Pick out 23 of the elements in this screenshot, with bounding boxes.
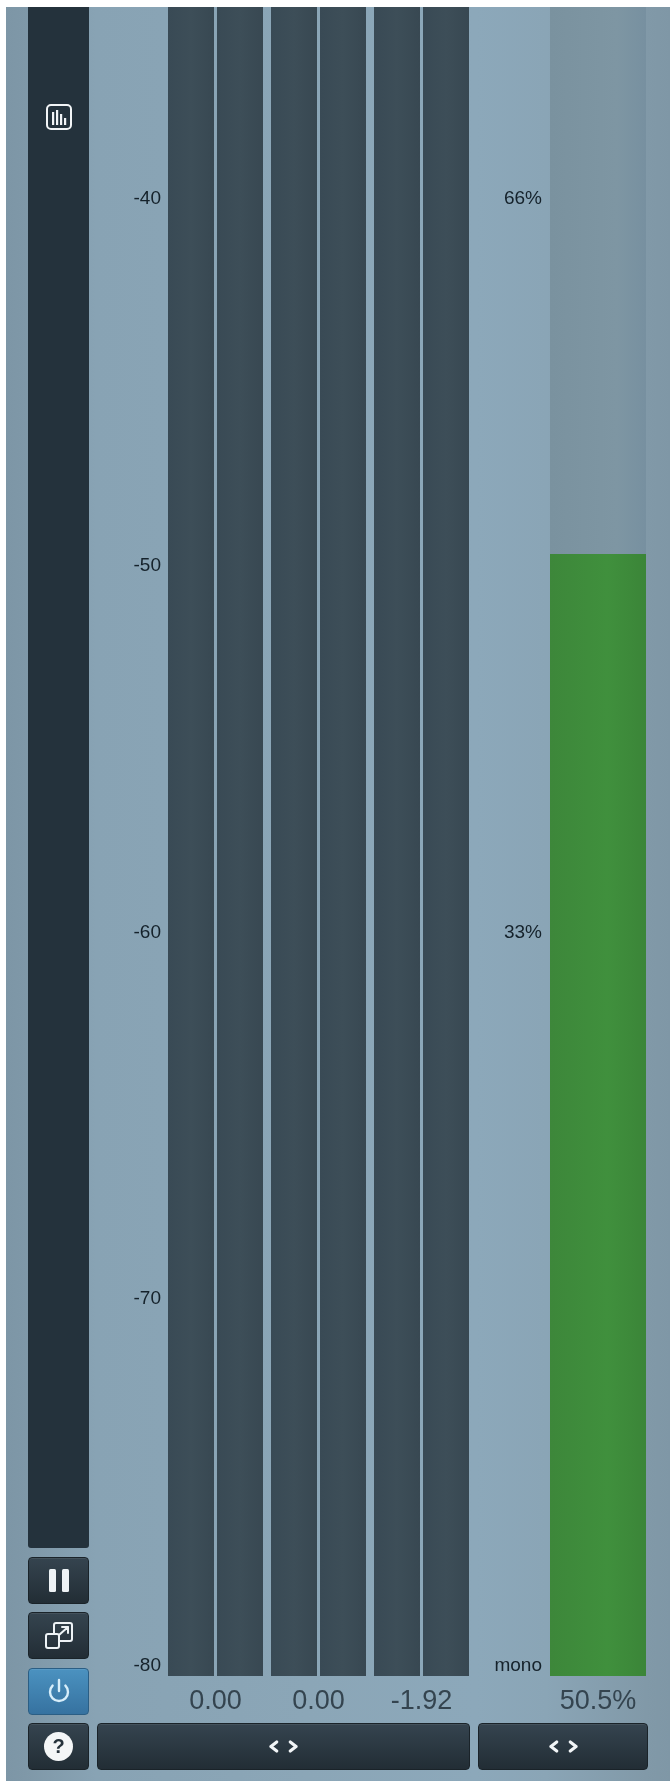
pause-button[interactable] [28,1556,89,1604]
bar-chart-icon[interactable] [45,104,72,130]
scale-label: 33% [503,921,542,942]
scale-label: -70 [133,1288,161,1309]
scale-label: -60 [133,921,161,942]
help-button[interactable]: ? [28,1723,89,1770]
meter-reading: -1.92 [390,1684,453,1715]
expand-icon [44,1622,73,1649]
pause-icon [48,1568,69,1592]
meter-reading: 0.00 [189,1684,242,1715]
resize-button[interactable] [28,1612,89,1659]
meter-reading: 0.00 [292,1684,345,1715]
scale-label: -80 [133,1655,161,1675]
scale-label: mono [494,1655,542,1675]
width-reading: 50.5% [559,1684,637,1715]
left-right-chevrons-icon [547,1740,579,1753]
scale-label: -50 [133,554,161,575]
power-button[interactable] [28,1667,89,1715]
power-icon [46,1678,71,1704]
help-icon: ? [44,1732,73,1761]
scale-label: -40 [133,188,161,208]
scale-label: 66% [503,188,542,208]
left-right-chevrons-icon [268,1740,299,1753]
